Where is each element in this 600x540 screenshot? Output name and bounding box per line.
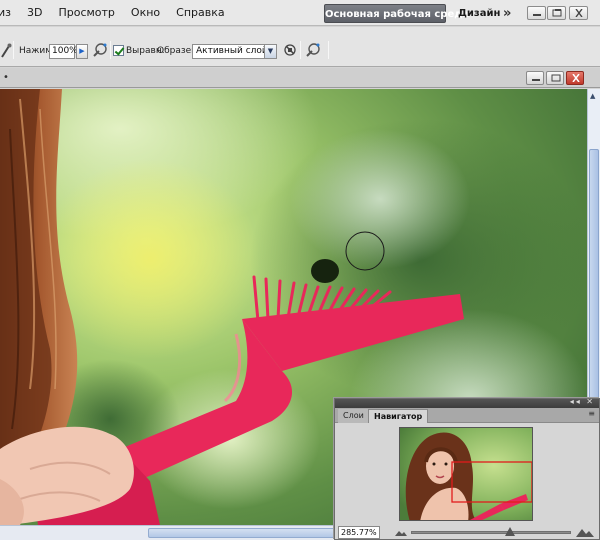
menu-item-filter[interactable]: из <box>0 0 19 26</box>
panel-grip-icon: • <box>3 72 9 83</box>
close-button[interactable] <box>569 6 588 20</box>
sample-select-value: Активный слой <box>196 46 268 56</box>
restore-icon <box>551 74 561 82</box>
close-icon <box>572 74 580 82</box>
tab-layers[interactable]: Слои <box>338 409 369 423</box>
pressure-input[interactable]: 100% <box>49 44 78 59</box>
double-chevron-right-icon[interactable]: » <box>503 4 511 23</box>
panel-menu-icon[interactable]: ≡ <box>588 409 595 418</box>
navigator-thumbnail <box>400 428 532 520</box>
minimize-icon <box>533 14 541 16</box>
panel-header-bar[interactable]: ◂◂ ✕ <box>335 397 599 408</box>
chevron-down-icon: ▼ <box>264 45 276 58</box>
zoom-slider-track[interactable] <box>411 531 571 534</box>
document-close-button[interactable] <box>566 71 584 85</box>
restore-icon <box>552 9 562 17</box>
pressure-dropdown-arrow-icon[interactable]: ▶ <box>76 44 88 59</box>
sample-select[interactable]: Активный слой ▼ <box>192 44 277 59</box>
document-minimize-button[interactable] <box>526 71 544 85</box>
ignore-adjustment-layers-icon[interactable] <box>283 43 297 57</box>
tablet-pressure-icon[interactable] <box>305 42 321 58</box>
workspace-essentials-button[interactable]: Основная рабочая среда <box>324 4 469 23</box>
minimize-icon <box>532 79 540 81</box>
navigator-panel: ◂◂ ✕ Слои Навигатор ≡ 285.77% <box>334 397 600 540</box>
options-bar: Нажим: 100% ▶ Выравн. Образец: Активный … <box>0 27 600 67</box>
navigator-preview[interactable] <box>399 427 533 521</box>
close-icon <box>575 9 583 17</box>
zoom-slider-thumb[interactable] <box>505 527 515 536</box>
scroll-up-arrow-icon[interactable]: ▲ <box>590 92 595 100</box>
menu-item-window[interactable]: Окно <box>123 0 168 26</box>
zoom-level-input[interactable]: 285.77% <box>338 526 380 539</box>
workspace-design-button[interactable]: Дизайн <box>458 4 500 23</box>
document-title-strip: • <box>0 68 600 88</box>
brush-tool-icon[interactable] <box>0 43 12 59</box>
tab-navigator[interactable]: Навигатор <box>368 409 429 423</box>
restore-button[interactable] <box>547 6 566 20</box>
horizontal-scroll-thumb[interactable] <box>148 528 338 538</box>
document-restore-button[interactable] <box>546 71 564 85</box>
aligned-checkbox[interactable] <box>113 45 124 56</box>
panel-tabs: Слои Навигатор ≡ <box>335 408 599 423</box>
collapse-panel-icon[interactable]: ◂◂ ✕ <box>570 397 595 406</box>
minimize-button[interactable] <box>527 6 546 20</box>
menu-item-help[interactable]: Справка <box>168 0 232 26</box>
airbrush-icon[interactable] <box>92 42 108 58</box>
zoom-out-mountain-icon[interactable] <box>395 528 407 536</box>
menu-item-view[interactable]: Просмотр <box>50 0 122 26</box>
menu-item-3d[interactable]: 3D <box>19 0 50 26</box>
zoom-in-mountain-icon[interactable] <box>576 527 594 537</box>
